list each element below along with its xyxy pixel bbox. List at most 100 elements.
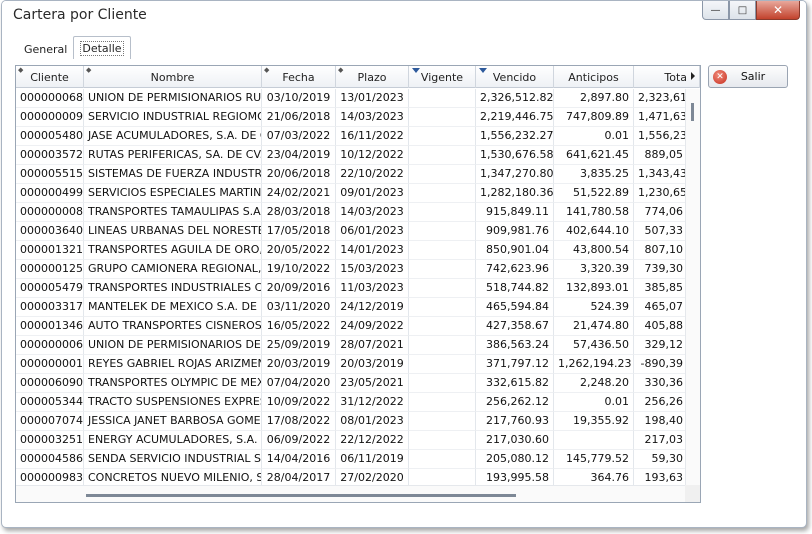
table-row[interactable]: 000001346AUTO TRANSPORTES CISNEROS, S.A.…: [16, 317, 688, 336]
cell-cliente: 000003572: [16, 146, 84, 165]
table-row[interactable]: 000000499SERVICIOS ESPECIALES MARTINEZ C…: [16, 184, 688, 203]
cell-total: 739,30: [634, 260, 688, 279]
cell-nombre: RUTAS PERIFERICAS, SA. DE CV.: [84, 146, 262, 165]
cell-vencido: 465,594.84: [476, 298, 554, 317]
cell-total: 2,323,61: [634, 89, 688, 108]
column-header-anticipos[interactable]: Anticipos: [554, 66, 634, 88]
table-row[interactable]: 000005344TRACTO SUSPENSIONES EXPRESS, S.…: [16, 393, 688, 412]
table-row[interactable]: 000003251ENERGY ACUMULADORES, S.A. DE C.…: [16, 431, 688, 450]
cell-vencido: 1,347,270.80: [476, 165, 554, 184]
column-header-nombre[interactable]: ◆ Nombre: [84, 66, 262, 88]
cell-vencido: 1,530,676.58: [476, 146, 554, 165]
table-row[interactable]: 000000008TRANSPORTES TAMAULIPAS S.A. DE …: [16, 203, 688, 222]
cell-fecha: 16/05/2022: [262, 317, 336, 336]
cell-cliente: 000003640: [16, 222, 84, 241]
maximize-button[interactable]: □: [729, 1, 756, 20]
cell-anticipos: 43,800.54: [554, 241, 634, 260]
cell-total: 1,556,23: [634, 127, 688, 146]
table-row[interactable]: 000005515SISTEMAS DE FUERZA INDUSTRIAL S…: [16, 165, 688, 184]
cell-total: 59,30: [634, 450, 688, 469]
cell-cliente: 000005344: [16, 393, 84, 412]
cell-anticipos: 51,522.89: [554, 184, 634, 203]
cell-vigente: [409, 317, 476, 336]
cell-nombre: AUTO TRANSPORTES CISNEROS, S.A.D: [84, 317, 262, 336]
cell-fecha: 03/11/2020: [262, 298, 336, 317]
cell-vencido: 742,623.96: [476, 260, 554, 279]
main-window: Cartera por Cliente — □ ✕ General Detall…: [1, 0, 807, 528]
cell-nombre: SISTEMAS DE FUERZA INDUSTRIAL S.: [84, 165, 262, 184]
table-row[interactable]: 000005480 JASE ACUMULADORES, S.A. DE C.V.…: [16, 127, 688, 146]
cell-total: 507,33: [634, 222, 688, 241]
table-row[interactable]: 000003640LINEAS URBANAS DEL NORESTE, S.A…: [16, 222, 688, 241]
table-row[interactable]: 000005479TRANSPORTES INDUSTRIALES CHIHU2…: [16, 279, 688, 298]
cell-plazo: 09/01/2023: [336, 184, 409, 203]
column-header-plazo[interactable]: ◆ Plazo: [336, 66, 409, 88]
column-header-total[interactable]: Tota: [634, 66, 700, 88]
column-header-vigente[interactable]: Vigente: [409, 66, 476, 88]
cell-vigente: [409, 184, 476, 203]
cell-total: 465,07: [634, 298, 688, 317]
scrollbar-corner: [685, 485, 700, 502]
cell-plazo: 20/03/2019: [336, 355, 409, 374]
cell-fecha: 06/09/2022: [262, 431, 336, 450]
table-row[interactable]: 000000068UNION DE PERMISIONARIOS RUTA LA…: [16, 89, 688, 108]
cartera-grid[interactable]: ◆ Cliente ◆ Nombre ◆ Fecha ◆ Plazo Vigen…: [15, 65, 701, 503]
cell-fecha: 20/03/2019: [262, 355, 336, 374]
salir-button[interactable]: ✕ Salir: [708, 65, 788, 88]
cell-nombre: UNION DE PERMISIONARIOS RUTA LA: [84, 89, 262, 108]
cell-total: 1,230,65: [634, 184, 688, 203]
cell-vencido: 909,981.76: [476, 222, 554, 241]
column-header-cliente[interactable]: ◆ Cliente: [16, 66, 84, 88]
cell-fecha: 07/03/2022: [262, 127, 336, 146]
column-label: Tota: [664, 70, 687, 84]
cell-nombre: TRACTO SUSPENSIONES EXPRESS, S.A: [84, 393, 262, 412]
column-header-vencido[interactable]: Vencido: [476, 66, 554, 88]
column-header-fecha[interactable]: ◆ Fecha: [262, 66, 336, 88]
table-row[interactable]: 000007074 JESSICA JANET BARBOSA GOMEZ 17/0…: [16, 412, 688, 431]
cell-vigente: [409, 241, 476, 260]
cell-plazo: 31/12/2022: [336, 393, 409, 412]
cell-plazo: 22/10/2022: [336, 165, 409, 184]
cell-cliente: 000000006: [16, 336, 84, 355]
cell-total: -890,39: [634, 355, 688, 374]
table-row[interactable]: 000003572 RUTAS PERIFERICAS, SA. DE CV. 23…: [16, 146, 688, 165]
cell-cliente: 000007074: [16, 412, 84, 431]
table-row[interactable]: 000006090TRANSPORTES OLYMPIC DE MEXICO07…: [16, 374, 688, 393]
horizontal-scroll-thumb[interactable]: [86, 494, 516, 497]
scroll-columns-right-icon[interactable]: [691, 72, 695, 80]
cell-vencido: 256,262.12: [476, 393, 554, 412]
cell-fecha: 10/09/2022: [262, 393, 336, 412]
table-row[interactable]: 000001321TRANSPORTES AGUILA DE ORO, S.A.…: [16, 241, 688, 260]
tab-general[interactable]: General: [18, 38, 73, 60]
cell-vencido: 332,615.82: [476, 374, 554, 393]
table-row[interactable]: 000003317 MANTELEK DE MEXICO S.A. DE C.V.…: [16, 298, 688, 317]
close-button[interactable]: ✕: [756, 1, 800, 20]
table-row[interactable]: 000000125GRUPO CAMIONERA REGIONAL, S.A.1…: [16, 260, 688, 279]
cell-total: 217,03: [634, 431, 688, 450]
cell-vigente: [409, 336, 476, 355]
cell-cliente: 000000125: [16, 260, 84, 279]
cell-vencido: 2,219,446.75: [476, 108, 554, 127]
cell-vencido: 1,556,232.27: [476, 127, 554, 146]
vertical-scrollbar[interactable]: [685, 89, 700, 485]
minimize-button[interactable]: —: [702, 1, 729, 20]
cell-fecha: 03/10/2019: [262, 89, 336, 108]
tab-detalle[interactable]: Detalle: [73, 36, 131, 59]
cell-vencido: 427,358.67: [476, 317, 554, 336]
cell-plazo: 11/03/2023: [336, 279, 409, 298]
cell-nombre: SERVICIOS ESPECIALES MARTINEZ C: [84, 184, 262, 203]
cell-plazo: 22/12/2022: [336, 431, 409, 450]
table-row[interactable]: 000004586SENDA SERVICIO INDUSTRIAL S.A. …: [16, 450, 688, 469]
cell-plazo: 06/11/2019: [336, 450, 409, 469]
cell-vigente: [409, 203, 476, 222]
cell-cliente: 000000068: [16, 89, 84, 108]
vertical-scroll-thumb[interactable]: [691, 103, 694, 121]
salir-label: Salir: [740, 70, 766, 83]
table-row[interactable]: 000000001 REYES GABRIEL ROJAS ARIZMENDI 20…: [16, 355, 688, 374]
table-row[interactable]: 000000006UNION DE PERMISIONARIOS DE LAR2…: [16, 336, 688, 355]
cell-plazo: 24/12/2019: [336, 298, 409, 317]
cell-anticipos: 2,897.80: [554, 89, 634, 108]
horizontal-scrollbar[interactable]: [16, 485, 685, 502]
sort-icon: ◆: [264, 66, 270, 74]
table-row[interactable]: 000000009SERVICIO INDUSTRIAL REGIOMONTA2…: [16, 108, 688, 127]
